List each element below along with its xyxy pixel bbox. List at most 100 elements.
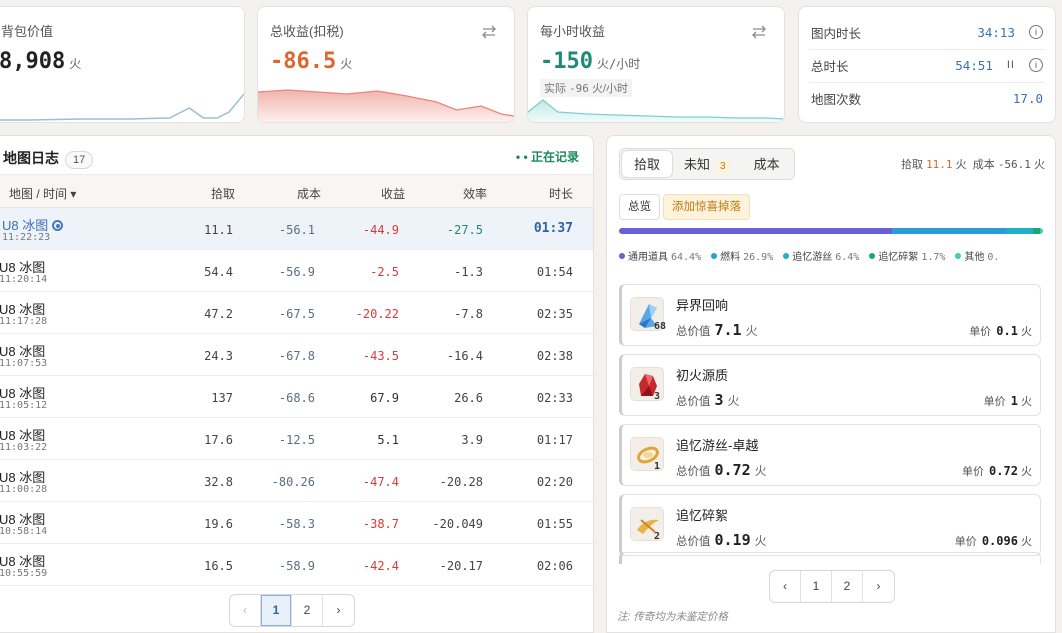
pause-icon[interactable]: II bbox=[1007, 59, 1015, 71]
cell-eff: -16.4 bbox=[446, 349, 483, 363]
legend-item: 其他 0. bbox=[955, 248, 999, 263]
legend-dot-icon bbox=[869, 253, 876, 259]
table-row[interactable]: U8 冰图 10:58:14 19.6 -58.3 -38.7 -20.049 01:55 bbox=[0, 502, 593, 544]
category-share-bar bbox=[619, 228, 1043, 234]
cell-profit: 67.9 bbox=[370, 391, 399, 405]
next-page-button[interactable]: › bbox=[863, 571, 894, 602]
item-name: 初火源质 bbox=[676, 368, 729, 383]
share-segment bbox=[1033, 228, 1041, 234]
tab-unknown[interactable]: 未知 3 bbox=[672, 151, 742, 177]
table-header: 地图 / 时间 ▾ 拾取 成本 收益 效率 时长 bbox=[0, 174, 593, 208]
bag-value: 8,908 火 bbox=[0, 49, 82, 74]
cell-cost: -68.6 bbox=[278, 391, 315, 405]
table-row[interactable]: U8 冰图 11:05:12 137 -68.6 67.9 26.6 02:33 bbox=[0, 376, 593, 418]
page-2-button[interactable]: 2 bbox=[292, 595, 323, 626]
item-unit-price: 单价 0.72 火 bbox=[961, 464, 1032, 478]
table-row[interactable]: U8 冰图 11:07:53 24.3 -67.8 -43.5 -16.4 02:38 bbox=[0, 334, 593, 376]
next-page-button[interactable]: › bbox=[323, 595, 354, 626]
info-icon[interactable]: i bbox=[1029, 58, 1043, 72]
cell-profit: -20.22 bbox=[355, 307, 399, 321]
item-name: 异界回响 bbox=[676, 298, 729, 313]
map-time: 11:05:12 bbox=[0, 400, 48, 411]
map-time: 11:07:53 bbox=[0, 358, 48, 369]
cell-pickup: 24.3 bbox=[204, 349, 233, 363]
item-name: 追忆游丝-卓越 bbox=[676, 438, 759, 453]
cell-pickup: 16.5 bbox=[204, 559, 233, 573]
timer-card: 图内时长 34:13 i 总时长 54:51 II i 地图次数 17.0 bbox=[798, 6, 1056, 123]
selected-indicator-icon bbox=[52, 220, 64, 231]
loot-item[interactable]: 2 追忆碎絮 总价值 0.19 火 单价 0.096 火 bbox=[619, 494, 1041, 556]
cell-profit: -42.4 bbox=[362, 559, 399, 573]
cell-eff: -1.3 bbox=[454, 265, 483, 279]
table-row[interactable]: U8 冰图 11:17:28 47.2 -67.5 -20.22 -7.8 02:35 bbox=[0, 292, 593, 334]
prev-page-button[interactable]: ‹ bbox=[770, 571, 801, 602]
table-row[interactable]: U8 冰图 11:20:14 54.4 -56.9 -2.5 -1.3 01:54 bbox=[0, 250, 593, 292]
table-row[interactable]: U8 冰图 10:55:59 16.5 -58.9 -42.4 -20.17 02:06 bbox=[0, 544, 593, 586]
cell-cost: -67.8 bbox=[278, 349, 315, 363]
item-unit-price: 单价 0.1 火 bbox=[969, 324, 1032, 338]
footnote: 注: 传奇均为未鉴定价格 bbox=[617, 611, 728, 623]
tab-pickup[interactable]: 拾取 bbox=[622, 151, 673, 177]
page-1-button[interactable]: 1 bbox=[261, 595, 292, 626]
legend-item: 追忆碎絮 1.7% bbox=[869, 248, 945, 263]
table-row[interactable]: U8 冰图 11:03:22 17.6 -12.5 5.1 3.9 01:17 bbox=[0, 418, 593, 460]
cell-dur: 02:35 bbox=[536, 307, 573, 321]
item-total-value: 总价值 0.19 火 bbox=[676, 531, 767, 549]
bag-value-card: 背包价值 8,908 火 bbox=[0, 6, 245, 123]
cell-pickup: 47.2 bbox=[204, 307, 233, 321]
add-surprise-drop-button[interactable]: 添加惊喜掉落 bbox=[663, 194, 750, 220]
map-log-pagination: ‹ 1 2 › bbox=[229, 594, 355, 627]
table-row[interactable]: U8 冰图 11:22:23 11.1 -56.1 -44.9 -27.5 01:37 bbox=[0, 208, 593, 250]
cell-dur: 01:37 bbox=[533, 221, 573, 236]
recording-status: • • 正在记录 bbox=[515, 150, 579, 164]
col-pickup[interactable]: 拾取 bbox=[211, 185, 235, 202]
cell-cost: -80.26 bbox=[271, 475, 315, 489]
cell-dur: 01:17 bbox=[536, 433, 573, 447]
col-profit[interactable]: 收益 bbox=[381, 185, 405, 202]
cell-eff: -20.049 bbox=[432, 517, 483, 531]
cell-cost: -56.9 bbox=[278, 265, 315, 279]
map-time: 34:13 bbox=[977, 24, 1015, 40]
legend-item: 追忆游丝 6.4% bbox=[783, 248, 859, 263]
item-unit-price: 单价 0.096 火 bbox=[954, 534, 1032, 548]
col-efficiency[interactable]: 效率 bbox=[463, 185, 487, 202]
legend-dot-icon bbox=[619, 253, 625, 259]
item-name: 追忆碎絮 bbox=[676, 508, 729, 523]
cell-dur: 02:38 bbox=[536, 349, 573, 363]
legend-dot-icon bbox=[783, 253, 790, 259]
col-map-time[interactable]: 地图 / 时间 ▾ bbox=[9, 185, 76, 202]
swap-icon[interactable] bbox=[480, 25, 498, 39]
legend-item: 燃料 26.9% bbox=[711, 248, 773, 263]
share-segment bbox=[1040, 228, 1043, 234]
cell-pickup: 54.4 bbox=[204, 265, 233, 279]
table-row[interactable]: U8 冰图 11:00:28 32.8 -80.26 -47.4 -20.28 02:20 bbox=[0, 460, 593, 502]
page-1-button[interactable]: 1 bbox=[801, 571, 832, 602]
prev-page-button[interactable]: ‹ bbox=[230, 595, 261, 626]
cell-dur: 02:06 bbox=[536, 559, 573, 573]
swap-icon[interactable] bbox=[750, 25, 768, 39]
col-cost[interactable]: 成本 bbox=[297, 185, 321, 202]
tab-cost[interactable]: 成本 bbox=[742, 151, 792, 177]
share-segment bbox=[619, 228, 893, 234]
bag-value-sparkline bbox=[0, 93, 244, 121]
overview-button[interactable]: 总览 bbox=[619, 194, 660, 220]
page-2-button[interactable]: 2 bbox=[832, 571, 863, 602]
divider bbox=[809, 82, 1045, 83]
info-icon[interactable]: i bbox=[1029, 25, 1043, 39]
loot-item[interactable]: 3 初火源质 总价值 3 火 单价 1 火 bbox=[619, 354, 1041, 416]
map-count-badge: 17 bbox=[65, 151, 94, 169]
cell-profit: -47.4 bbox=[362, 475, 399, 489]
cell-eff: 3.9 bbox=[461, 433, 483, 447]
cell-pickup: 17.6 bbox=[204, 433, 233, 447]
col-duration[interactable]: 时长 bbox=[549, 185, 573, 202]
cell-eff: -7.8 bbox=[454, 307, 483, 321]
cell-pickup: 19.6 bbox=[204, 517, 233, 531]
cell-profit: -44.9 bbox=[362, 223, 399, 237]
loot-item[interactable]: 68 异界回响 总价值 7.1 火 单价 0.1 火 bbox=[619, 284, 1041, 346]
loot-item[interactable]: 1 追忆游丝-卓越 总价值 0.72 火 单价 0.72 火 bbox=[619, 424, 1041, 486]
total-profit-card: 总收益(扣税) -86.5 火 bbox=[257, 6, 515, 123]
cell-dur: 02:20 bbox=[536, 475, 573, 489]
bag-value-title: 背包价值 bbox=[1, 24, 54, 39]
cell-dur: 01:54 bbox=[536, 265, 573, 279]
legend-item: 通用道具 64.4% bbox=[619, 248, 701, 263]
